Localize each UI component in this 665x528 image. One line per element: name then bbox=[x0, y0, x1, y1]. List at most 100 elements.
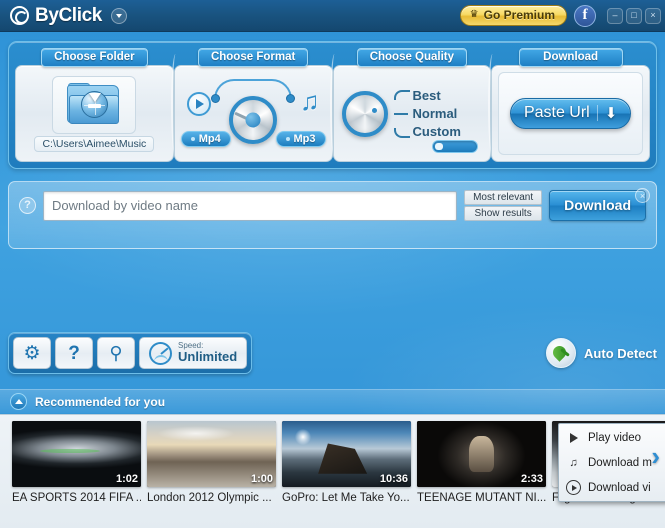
speed-value-label: Unlimited bbox=[178, 349, 238, 365]
format-option-mp4[interactable]: Mp4 bbox=[180, 131, 231, 147]
format-option-mp3[interactable]: Mp3 bbox=[275, 131, 326, 147]
search-download-button[interactable]: Download bbox=[549, 190, 646, 221]
go-premium-button[interactable]: ♛ Go Premium bbox=[459, 5, 567, 26]
format-option-mp4-label: Mp4 bbox=[198, 133, 221, 145]
choose-format-module[interactable]: Choose Format ♫ Mp4 Mp3 bbox=[170, 48, 333, 162]
go-premium-label: Go Premium bbox=[483, 8, 555, 22]
thumbnail-context-menu[interactable]: Play video ♫ Download m Download vi bbox=[558, 423, 665, 502]
byclick-logo-icon bbox=[10, 6, 29, 25]
choose-format-body: ♫ Mp4 Mp3 bbox=[173, 65, 333, 162]
choose-quality-body: Best Normal Custom bbox=[332, 65, 492, 162]
music-note-icon: ♫ bbox=[300, 86, 320, 116]
paste-url-label: Paste Url bbox=[523, 104, 590, 121]
quality-option-custom-label: Custom bbox=[412, 124, 461, 139]
choose-folder-module[interactable]: Choose Folder C:\Users\Aimee\Music bbox=[15, 48, 174, 162]
most-relevant-button[interactable]: Most relevant bbox=[464, 190, 543, 205]
context-menu-download-video[interactable]: Download vi bbox=[561, 476, 665, 499]
context-menu-download-music[interactable]: ♫ Download m bbox=[561, 451, 665, 474]
question-icon: ? bbox=[68, 342, 80, 364]
recommended-thumbnail-strip[interactable]: 1:02 EA SPORTS 2014 FIFA ... 1:00 London… bbox=[0, 414, 665, 528]
download-module[interactable]: Download Paste Url ⬇ bbox=[488, 48, 650, 162]
quality-option-best-label: Best bbox=[412, 88, 441, 103]
thumbnail-title: TEENAGE MUTANT NI... bbox=[417, 492, 546, 504]
gear-icon: ⚙ bbox=[23, 342, 41, 364]
choose-folder-tab[interactable]: Choose Folder bbox=[41, 48, 148, 67]
magnifier-icon: ⚲ bbox=[109, 343, 123, 363]
context-menu-play-video-label: Play video bbox=[588, 431, 642, 444]
satellite-dish-icon bbox=[546, 338, 577, 368]
chevron-up-icon[interactable] bbox=[10, 393, 27, 410]
recommended-item[interactable]: 10:36 GoPro: Let Me Take Yo... bbox=[282, 421, 411, 528]
search-input[interactable] bbox=[43, 190, 458, 221]
thumbnail-title: GoPro: Let Me Take Yo... bbox=[282, 492, 410, 504]
thumbnail-image[interactable]: 2:33 bbox=[417, 421, 546, 487]
crown-icon: ♛ bbox=[469, 9, 479, 20]
quality-lead-line-icon bbox=[393, 89, 410, 100]
quality-option-normal[interactable]: Normal bbox=[393, 106, 461, 121]
format-option-mp3-label: Mp3 bbox=[293, 133, 316, 145]
context-menu-play-video[interactable]: Play video bbox=[561, 426, 665, 449]
folder-picker-button[interactable] bbox=[52, 76, 137, 134]
recommended-header[interactable]: Recommended for you bbox=[0, 389, 665, 413]
format-knob[interactable] bbox=[229, 96, 278, 144]
choose-quality-module[interactable]: Choose Quality Best Normal Custom bbox=[329, 48, 492, 162]
app-title: ByClick bbox=[35, 4, 102, 26]
custom-quality-toggle[interactable] bbox=[432, 140, 479, 153]
settings-module-bar: Choose Folder C:\Users\Aimee\Music Choos… bbox=[8, 41, 657, 169]
thumbnail-image[interactable]: 1:00 bbox=[147, 421, 276, 487]
auto-detect-label: Auto Detect bbox=[584, 345, 657, 361]
thumbnail-duration: 1:00 bbox=[250, 473, 273, 485]
search-panel: ? Most relevant Show results Download × bbox=[8, 181, 657, 249]
recommended-item[interactable]: 1:00 London 2012 Olympic ... bbox=[147, 421, 276, 528]
app-logo[interactable]: ByClick bbox=[10, 5, 127, 27]
paste-url-slot: Paste Url ⬇ bbox=[498, 72, 643, 155]
auto-detect-button[interactable]: Auto Detect bbox=[546, 338, 657, 368]
thumbnail-image[interactable]: 10:36 bbox=[282, 421, 411, 487]
close-icon[interactable]: × bbox=[635, 188, 650, 203]
music-note-icon: ♫ bbox=[569, 456, 578, 469]
show-results-button[interactable]: Show results bbox=[464, 206, 543, 221]
title-bar: ByClick ♛ Go Premium f – □ × bbox=[0, 0, 665, 32]
chevron-right-icon[interactable]: › bbox=[651, 443, 660, 469]
paste-url-button[interactable]: Paste Url ⬇ bbox=[509, 98, 632, 129]
download-folder-icon bbox=[65, 83, 123, 127]
speedometer-icon bbox=[149, 341, 172, 365]
quality-lead-line-icon bbox=[393, 127, 410, 138]
minimize-button[interactable]: – bbox=[607, 7, 623, 24]
thumbnail-title: London 2012 Olympic ... bbox=[147, 492, 272, 504]
thumbnail-duration: 1:02 bbox=[115, 473, 138, 485]
recommended-item[interactable]: Flight at the Edge o Play video ♫ Downlo… bbox=[552, 421, 665, 528]
help-icon[interactable]: ? bbox=[19, 197, 36, 214]
close-button[interactable]: × bbox=[645, 7, 661, 24]
settings-button[interactable]: ⚙ bbox=[13, 337, 51, 369]
thumbnail-duration: 2:33 bbox=[520, 473, 543, 485]
help-button[interactable]: ? bbox=[55, 337, 93, 369]
download-arrow-icon: ⬇ bbox=[604, 104, 618, 122]
thumbnail-image[interactable]: 1:02 bbox=[12, 421, 141, 487]
facebook-icon[interactable]: f bbox=[574, 4, 596, 27]
recommended-header-label: Recommended for you bbox=[35, 394, 166, 409]
choose-folder-body: C:\Users\Aimee\Music bbox=[15, 65, 174, 162]
quality-lead-line-icon bbox=[393, 110, 408, 118]
quality-knob[interactable] bbox=[341, 90, 388, 137]
search-toggle-button[interactable]: ⚲ bbox=[97, 337, 135, 369]
speed-button[interactable]: Speed: Unlimited bbox=[139, 337, 248, 369]
quality-options: Best Normal Custom bbox=[393, 88, 461, 139]
download-body: Paste Url ⬇ bbox=[491, 65, 650, 162]
quality-option-custom[interactable]: Custom bbox=[393, 124, 461, 139]
context-menu-download-video-label: Download vi bbox=[588, 481, 651, 494]
titlebar-actions: ♛ Go Premium f – □ × bbox=[459, 4, 661, 27]
maximize-button[interactable]: □ bbox=[626, 7, 642, 24]
choose-format-tab[interactable]: Choose Format bbox=[197, 48, 309, 67]
folder-path-value[interactable]: C:\Users\Aimee\Music bbox=[34, 136, 155, 152]
choose-quality-tab[interactable]: Choose Quality bbox=[356, 48, 468, 67]
play-icon bbox=[566, 430, 581, 445]
recommended-item[interactable]: 1:02 EA SPORTS 2014 FIFA ... bbox=[12, 421, 141, 528]
tool-button-group: ⚙ ? ⚲ Speed: Unlimited bbox=[8, 332, 253, 374]
chevron-down-icon[interactable] bbox=[110, 7, 127, 24]
relevance-group: Most relevant Show results bbox=[464, 190, 543, 221]
play-circle-icon bbox=[566, 480, 581, 495]
quality-option-best[interactable]: Best bbox=[393, 88, 461, 103]
recommended-item[interactable]: 2:33 TEENAGE MUTANT NI... bbox=[417, 421, 546, 528]
download-tab[interactable]: Download bbox=[518, 48, 623, 67]
